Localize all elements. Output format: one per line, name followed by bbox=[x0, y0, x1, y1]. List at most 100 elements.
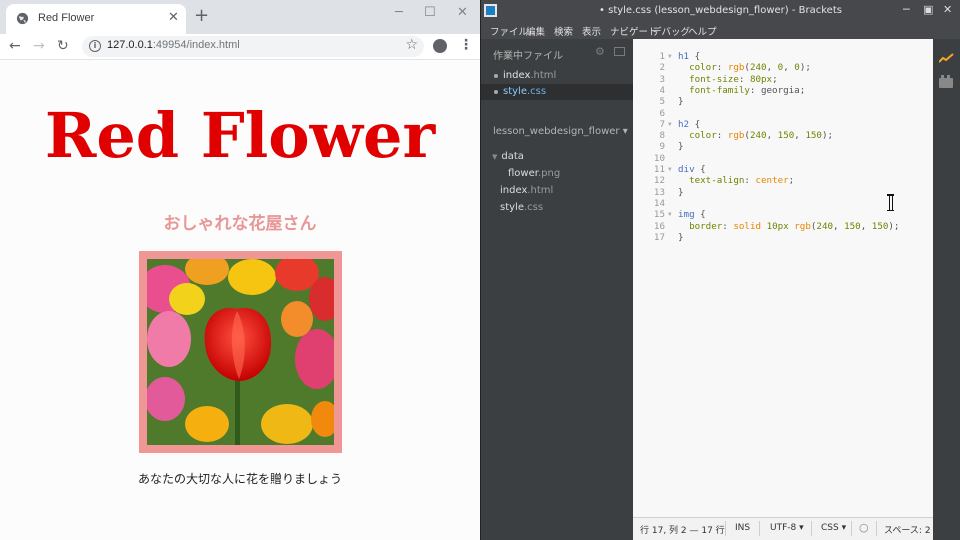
code-text: color: rgb(240, 150, 150); bbox=[678, 130, 834, 142]
code-line[interactable]: 17} bbox=[633, 232, 933, 243]
folder-caret-icon: ▼ bbox=[492, 153, 498, 161]
code-text: } bbox=[678, 141, 684, 153]
minimize-icon[interactable]: ─ bbox=[903, 3, 910, 16]
fold-arrow-icon[interactable]: ▼ bbox=[668, 211, 672, 218]
line-number: 3 bbox=[659, 73, 665, 85]
project-dropdown[interactable]: lesson_webdesign_flower ▾ bbox=[493, 126, 628, 137]
menu-view[interactable]: 表示 bbox=[582, 24, 601, 38]
menu-find[interactable]: 検索 bbox=[554, 24, 573, 38]
code-line[interactable]: 3 font-size: 80px; bbox=[633, 74, 933, 85]
menu-help[interactable]: ヘルプ bbox=[688, 24, 717, 38]
line-number: 17 bbox=[653, 231, 665, 243]
code-line[interactable]: 1 ▼ h1 { bbox=[633, 51, 933, 62]
line-number: 9 bbox=[659, 141, 665, 153]
maximize-icon[interactable]: ▣ bbox=[923, 3, 933, 16]
line-number: 16 bbox=[653, 220, 665, 232]
code-editor[interactable]: 1 ▼ h1 {2 color: rgb(240, 0, 0); 3 font-siz… bbox=[633, 39, 933, 517]
window-close-icon[interactable]: ✕ bbox=[457, 5, 468, 20]
menu-file[interactable]: ファイル bbox=[490, 24, 528, 38]
code-line[interactable]: 14 bbox=[633, 198, 933, 209]
line-number: 7 bbox=[659, 118, 665, 130]
ins-mode[interactable]: INS bbox=[735, 523, 750, 533]
address-bar[interactable]: i 127.0.0.1:49954/index.html ☆ bbox=[82, 36, 424, 57]
split-view-icon[interactable] bbox=[614, 47, 625, 56]
tab-title: Red Flower bbox=[38, 12, 95, 24]
fold-arrow-icon[interactable]: ▼ bbox=[668, 166, 672, 173]
code-text: } bbox=[678, 96, 684, 108]
code-text: text-align: center; bbox=[678, 175, 795, 187]
fold-arrow-icon[interactable]: ▼ bbox=[668, 53, 672, 60]
new-tab-button[interactable]: + bbox=[194, 6, 209, 26]
code-line[interactable]: 16 border: solid 10px rgb(240, 150, 150)… bbox=[633, 221, 933, 232]
code-line[interactable]: 7 ▼ h2 { bbox=[633, 119, 933, 130]
working-file-index-html[interactable]: index.html bbox=[481, 68, 633, 84]
page-heading: Red Flower bbox=[44, 99, 436, 172]
code-text: img { bbox=[678, 209, 706, 221]
menu-navigate[interactable]: ナビゲート bbox=[610, 24, 658, 38]
line-number: 13 bbox=[653, 186, 665, 198]
menu-bar: ファイル 編集 検索 表示 ナビゲート デバッグ ヘルプ bbox=[481, 22, 960, 39]
extension-manager-icon[interactable] bbox=[939, 75, 953, 88]
code-line[interactable]: 13} bbox=[633, 187, 933, 198]
fold-arrow-icon[interactable]: ▼ bbox=[668, 121, 672, 128]
linter-status-icon[interactable]: ○ bbox=[859, 521, 869, 534]
code-line[interactable]: 9} bbox=[633, 141, 933, 152]
line-number: 11 bbox=[653, 164, 665, 175]
line-number: 2 bbox=[659, 62, 665, 74]
code-line[interactable]: 4 font-family: georgia; bbox=[633, 85, 933, 96]
page-paragraph: あなたの大切な人に花を贈りましょう bbox=[137, 472, 342, 486]
code-line[interactable]: 15 ▼ img { bbox=[633, 209, 933, 220]
language-dropdown[interactable]: CSS ▾ bbox=[821, 523, 846, 533]
tab-close-icon[interactable]: ✕ bbox=[168, 10, 179, 25]
tree-file-flower-png[interactable]: flower.png bbox=[508, 168, 560, 179]
tab-strip: Red Flower ✕ + ─ ☐ ✕ bbox=[0, 0, 480, 34]
page-subheading: おしゃれな花屋さん bbox=[163, 214, 317, 234]
code-line[interactable]: 12 text-align: center; bbox=[633, 175, 933, 186]
right-toolbar bbox=[933, 39, 960, 540]
line-number: 12 bbox=[653, 175, 665, 187]
line-number: 4 bbox=[659, 84, 665, 96]
menu-kebab-icon[interactable]: ⋮ bbox=[459, 37, 473, 53]
forward-icon[interactable]: → bbox=[33, 38, 45, 54]
file-dot-icon bbox=[494, 90, 498, 94]
working-file-style-css[interactable]: style.css bbox=[481, 84, 633, 100]
code-line[interactable]: 8 color: rgb(240, 150, 150); bbox=[633, 130, 933, 141]
web-page: Red Flower おしゃれな花屋さん あなたの大切な人に花を贈りましょう bbox=[0, 61, 480, 540]
code-text: color: rgb(240, 0, 0); bbox=[678, 62, 811, 74]
window-title: • style.css (lesson_webdesign_flower) - … bbox=[599, 5, 842, 16]
tree-file-style-css[interactable]: style.css bbox=[500, 202, 543, 213]
sidebar: 作業中ファイル ⚙ index.html style.css lesson_we… bbox=[481, 39, 633, 540]
code-text: h1 { bbox=[678, 51, 701, 62]
line-number: 5 bbox=[659, 96, 665, 108]
maximize-icon[interactable]: ☐ bbox=[424, 5, 436, 20]
status-bar: 行 17, 列 2 — 17 行 INS UTF-8 ▾ CSS ▾ ○ スペー… bbox=[633, 517, 933, 540]
code-line[interactable]: 6 bbox=[633, 108, 933, 119]
back-icon[interactable]: ← bbox=[9, 38, 21, 54]
code-line[interactable]: 2 color: rgb(240, 0, 0); bbox=[633, 62, 933, 73]
code-text: } bbox=[678, 231, 684, 243]
code-line[interactable]: 11 ▼ div { bbox=[633, 164, 933, 175]
tree-folder-data[interactable]: ▼ data bbox=[492, 151, 524, 162]
tree-file-index-html[interactable]: index.html bbox=[500, 185, 553, 196]
cursor-position: 行 17, 列 2 — 17 行 bbox=[640, 526, 725, 536]
window-close-icon[interactable]: ✕ bbox=[943, 3, 952, 16]
indent-spaces[interactable]: スペース: 2 bbox=[884, 523, 931, 536]
browser-tab[interactable]: Red Flower ✕ bbox=[6, 4, 186, 34]
code-line[interactable]: 10 bbox=[633, 153, 933, 164]
encoding-dropdown[interactable]: UTF-8 ▾ bbox=[770, 523, 804, 533]
line-number: 8 bbox=[659, 130, 665, 142]
profile-avatar-icon[interactable] bbox=[433, 39, 447, 53]
gear-icon[interactable]: ⚙ bbox=[595, 45, 605, 58]
minimize-icon[interactable]: ─ bbox=[395, 5, 403, 20]
code-line[interactable]: 5} bbox=[633, 96, 933, 107]
code-text: border: solid 10px rgb(240, 150, 150); bbox=[678, 220, 900, 232]
code-text: font-family: georgia; bbox=[678, 84, 806, 96]
code-text: div { bbox=[678, 164, 706, 175]
code-text: font-size: 80px; bbox=[678, 73, 778, 85]
reload-icon[interactable]: ↻ bbox=[57, 38, 69, 54]
menu-debug[interactable]: デバッグ bbox=[652, 24, 690, 38]
info-icon[interactable]: i bbox=[89, 40, 101, 52]
bookmark-star-icon[interactable]: ☆ bbox=[405, 37, 418, 53]
live-preview-icon[interactable] bbox=[939, 53, 954, 63]
menu-edit[interactable]: 編集 bbox=[526, 24, 545, 38]
